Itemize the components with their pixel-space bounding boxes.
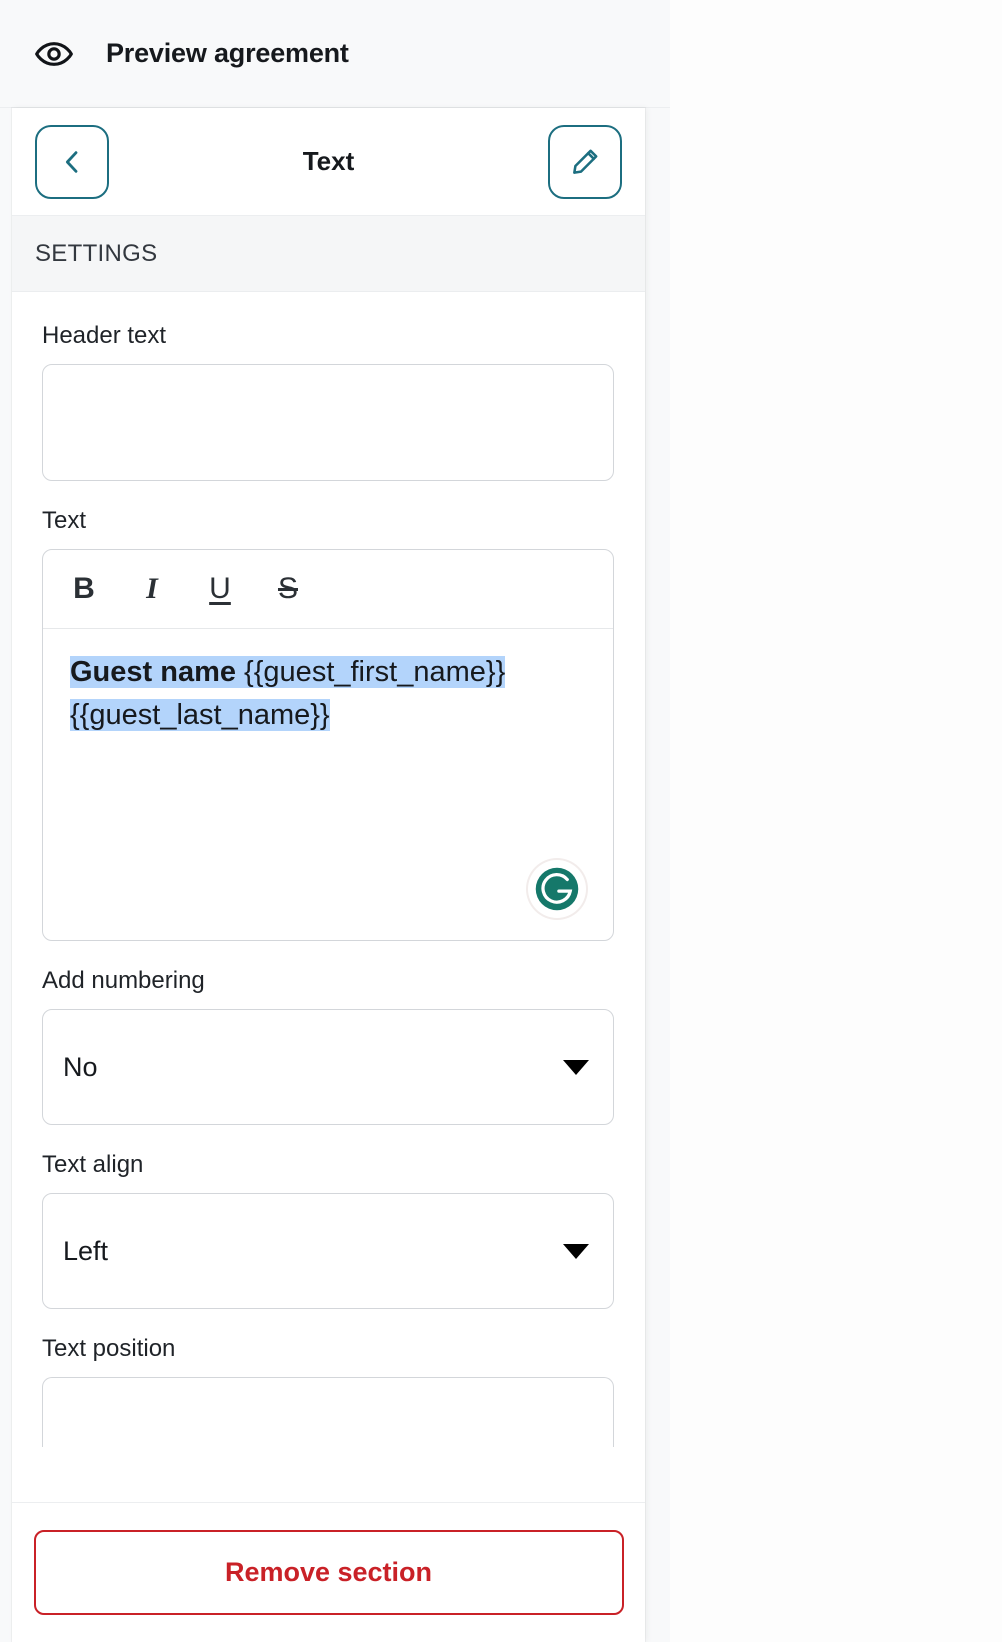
italic-button[interactable]: I: [133, 570, 171, 608]
strikethrough-button[interactable]: S: [269, 570, 307, 608]
text-position-field: Text position: [42, 1335, 615, 1447]
text-align-label: Text align: [42, 1151, 144, 1178]
add-numbering-value: No: [63, 1051, 98, 1082]
header-text-field: Header text: [42, 322, 615, 481]
grammarly-g-glyph: [535, 867, 579, 911]
text-label: Text: [42, 507, 87, 534]
text-field: Text B I U S Guest name {{guest_first_na…: [42, 507, 615, 941]
chevron-down-icon: [563, 1243, 589, 1259]
add-numbering-label: Add numbering: [42, 967, 205, 994]
editor-toolbar: B I U S: [43, 550, 613, 629]
pencil-icon: [573, 149, 598, 174]
edit-button[interactable]: [548, 124, 622, 199]
panel-footer: Remove section: [12, 1502, 645, 1642]
add-numbering-field: Add numbering No: [42, 967, 615, 1125]
header-text-label: Header text: [42, 322, 167, 349]
editor-text-bold: Guest name: [70, 656, 236, 688]
chevron-left-icon: [65, 150, 78, 173]
preview-agreement-bar[interactable]: Preview agreement: [0, 0, 670, 108]
remove-section-button[interactable]: Remove section: [33, 1530, 624, 1615]
text-position-select[interactable]: [42, 1377, 614, 1447]
rich-text-editor[interactable]: B I U S Guest name {{guest_first_name}} …: [42, 549, 614, 941]
header-text-input[interactable]: [42, 364, 614, 481]
bold-button[interactable]: B: [65, 570, 103, 608]
grammarly-icon[interactable]: [528, 860, 586, 918]
app-root: Preview agreement Text SETTINGS Header t…: [0, 0, 1002, 1642]
text-settings-panel: Text SETTINGS Header text Text B I U S G…: [12, 108, 645, 1642]
text-align-select[interactable]: Left: [42, 1193, 614, 1309]
preview-agreement-label: Preview agreement: [106, 38, 349, 68]
settings-sidebar: Preview agreement Text SETTINGS Header t…: [0, 0, 670, 1642]
eye-icon: [32, 32, 76, 76]
text-align-field: Text align Left: [42, 1151, 615, 1309]
underline-button[interactable]: U: [201, 570, 239, 608]
panel-body: Header text Text B I U S Guest name {{gu…: [12, 292, 645, 1502]
editor-content[interactable]: Guest name {{guest_first_name}} {{guest_…: [43, 629, 613, 940]
chevron-down-icon: [563, 1059, 589, 1075]
back-button[interactable]: [35, 124, 109, 199]
add-numbering-select[interactable]: No: [42, 1009, 614, 1125]
settings-section-header: SETTINGS: [12, 216, 645, 292]
panel-header: Text: [12, 108, 645, 216]
text-position-label: Text position: [42, 1335, 176, 1362]
text-align-value: Left: [63, 1235, 109, 1266]
